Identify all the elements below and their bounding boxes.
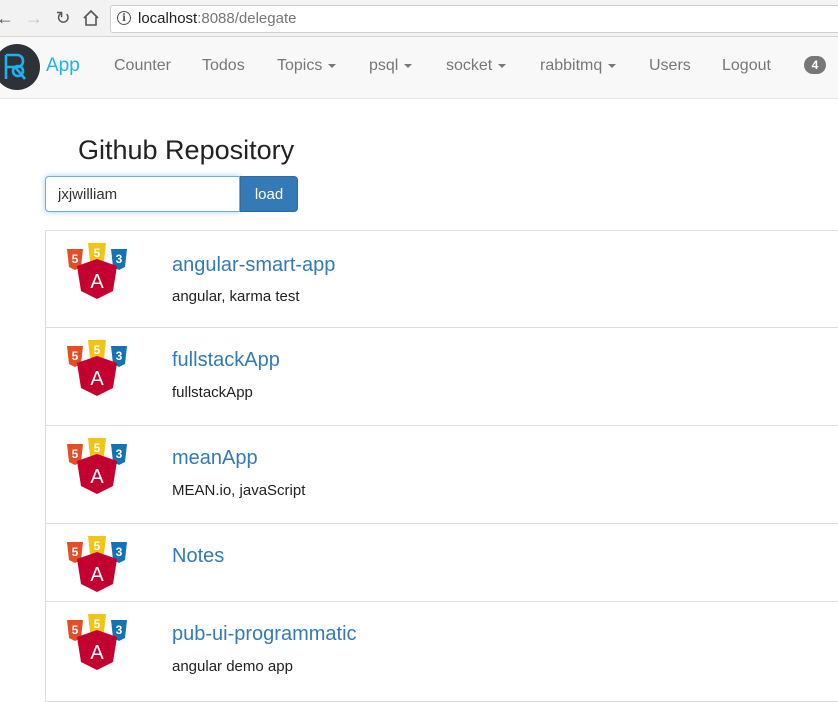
caret-down-icon <box>404 63 413 68</box>
list-item: 5 5 3 A Notes <box>45 524 838 602</box>
nav-topics-label: Topics <box>277 57 323 74</box>
url-text[interactable]: localhost:8088/delegate <box>138 10 296 27</box>
repo-description: MEAN.io, javaScript <box>172 482 306 499</box>
nav-socket-dropdown[interactable]: socket <box>446 57 507 75</box>
svg-text:A: A <box>90 642 104 664</box>
svg-text:3: 3 <box>116 623 123 637</box>
repo-list: 5 5 3 A angular-smart-app angular, karma… <box>45 230 838 702</box>
list-item: 5 5 3 A angular-smart-app angular, karma… <box>45 231 838 328</box>
browser-toolbar: ← → ↻ i localhost:8088/delegate <box>0 0 838 37</box>
nav-rabbitmq-dropdown[interactable]: rabbitmq <box>540 57 617 75</box>
back-arrow-icon[interactable]: ← <box>0 7 16 29</box>
svg-text:5: 5 <box>94 343 101 357</box>
caret-down-icon <box>328 63 337 68</box>
nav-psql-label: psql <box>369 57 399 74</box>
svg-text:3: 3 <box>116 252 123 266</box>
svg-text:3: 3 <box>116 545 123 559</box>
list-item: 5 5 3 A pub-ui-programmatic angular demo… <box>45 602 838 702</box>
repo-link[interactable]: fullstackApp <box>172 349 280 372</box>
nav-topics-dropdown[interactable]: Topics <box>277 57 337 75</box>
svg-text:3: 3 <box>116 349 123 363</box>
caret-down-icon <box>498 63 507 68</box>
repo-link[interactable]: Notes <box>172 545 224 568</box>
info-icon[interactable]: i <box>117 11 131 25</box>
svg-text:A: A <box>90 368 104 390</box>
nav-psql-dropdown[interactable]: psql <box>369 57 413 75</box>
html-css-angular-icon: 5 5 3 A <box>67 243 127 299</box>
nav-logout[interactable]: Logout <box>722 57 771 75</box>
nav-socket-label: socket <box>446 57 493 74</box>
caret-down-icon <box>608 63 617 68</box>
svg-text:A: A <box>90 466 104 488</box>
svg-text:3: 3 <box>116 447 123 461</box>
list-item: 5 5 3 A meanApp MEAN.io, javaScript <box>45 426 838 524</box>
brand-logo-icon[interactable] <box>0 44 40 90</box>
svg-text:5: 5 <box>72 447 79 461</box>
svg-text:5: 5 <box>72 349 79 363</box>
html-css-angular-icon: 5 5 3 A <box>67 536 127 592</box>
nav-rabbitmq-label: rabbitmq <box>540 57 603 74</box>
svg-text:5: 5 <box>72 545 79 559</box>
load-button[interactable]: load <box>240 176 298 212</box>
page-title: Github Repository <box>78 135 295 165</box>
nav-users[interactable]: Users <box>649 57 691 75</box>
repo-description: angular, karma test <box>172 288 300 305</box>
brand-name[interactable]: App <box>46 55 80 77</box>
forward-arrow-icon[interactable]: → <box>23 7 45 29</box>
url-path: :8088/delegate <box>197 10 297 27</box>
svg-text:5: 5 <box>94 539 101 553</box>
notification-badge[interactable]: 4 <box>804 56 826 74</box>
svg-text:5: 5 <box>72 623 79 637</box>
repo-link[interactable]: meanApp <box>172 447 258 470</box>
reload-icon[interactable]: ↻ <box>52 7 74 29</box>
html-css-angular-icon: 5 5 3 A <box>67 614 127 670</box>
svg-text:5: 5 <box>94 246 101 260</box>
html-css-angular-icon: 5 5 3 A <box>67 340 127 396</box>
svg-text:A: A <box>90 564 104 586</box>
repo-link[interactable]: pub-ui-programmatic <box>172 623 357 646</box>
svg-text:5: 5 <box>72 252 79 266</box>
url-host: localhost <box>138 10 198 27</box>
svg-text:A: A <box>90 271 104 293</box>
repo-link[interactable]: angular-smart-app <box>172 254 335 277</box>
nav-todos[interactable]: Todos <box>202 57 245 75</box>
repo-description: fullstackApp <box>172 384 253 401</box>
nav-counter[interactable]: Counter <box>114 57 171 75</box>
list-item: 5 5 3 A fullstackApp fullstackApp <box>45 328 838 426</box>
repo-description: angular demo app <box>172 658 293 675</box>
html-css-angular-icon: 5 5 3 A <box>67 438 127 494</box>
address-bar[interactable]: i localhost:8088/delegate <box>110 5 838 33</box>
username-input[interactable] <box>45 176 240 212</box>
app-navbar: App Counter Todos Topics psql socket rab… <box>0 37 838 99</box>
svg-text:5: 5 <box>94 617 101 631</box>
svg-text:5: 5 <box>94 441 101 455</box>
home-icon[interactable] <box>80 7 102 29</box>
